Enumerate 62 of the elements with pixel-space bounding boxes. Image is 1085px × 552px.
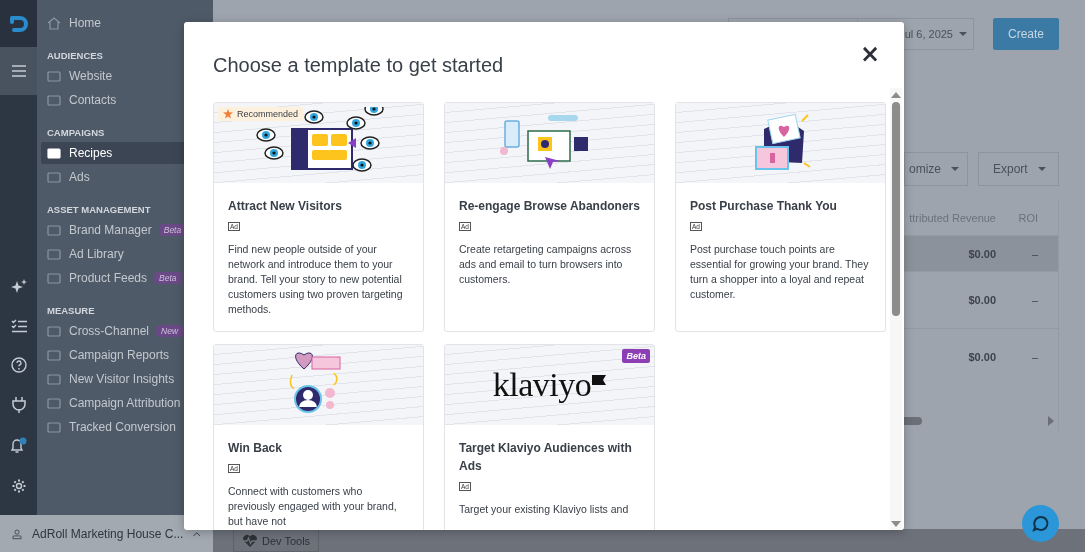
card-description: Post purchase touch points are essential for growing your brand. They turn a shopper into a loyal and repeat customer. xyxy=(690,242,870,302)
section-heading: MEASURE xyxy=(46,304,96,318)
nav-item[interactable]: Tracked Conversion xyxy=(41,416,207,438)
dialog-title: Choose a template to get started xyxy=(213,54,504,77)
table-cell-text: $0.00 xyxy=(967,294,996,306)
star-icon xyxy=(223,109,233,119)
flag-icon xyxy=(592,375,607,385)
settings-icon[interactable] xyxy=(10,478,27,494)
card-title: Post Purchase Thank You xyxy=(690,198,838,215)
nav-item[interactable]: Product Feeds Beta xyxy=(41,267,207,289)
account-switcher[interactable]: AdRoll Marketing House C... xyxy=(0,515,213,552)
table-cell-text: $0.00 xyxy=(967,247,996,260)
card-description: Create retargeting campaigns across ads and email to turn browsers into customers. xyxy=(459,242,633,287)
logo-icon[interactable] xyxy=(8,14,29,33)
table-cell-text: – xyxy=(1030,247,1038,260)
card-title: Win Back xyxy=(228,440,283,457)
nav-item[interactable]: Contacts xyxy=(41,89,207,111)
badge: Beta xyxy=(158,224,187,236)
checklist-icon[interactable] xyxy=(10,319,27,333)
section-heading: AUDIENCES xyxy=(46,49,104,63)
date-text: ul 6, 2025 xyxy=(904,28,953,40)
table-cell-text: – xyxy=(1030,351,1038,363)
badge: Beta xyxy=(154,272,182,284)
beta-badge: Beta xyxy=(622,349,650,363)
browser-icon xyxy=(47,69,61,83)
card-title: Re-engage Browse Abandoners xyxy=(459,198,640,215)
nav-item[interactable]: Ad Library xyxy=(41,243,207,265)
card-title: Attract New Visitors xyxy=(228,198,343,215)
caret-icon xyxy=(959,32,967,36)
sparkle-icon[interactable] xyxy=(10,279,27,295)
chat-bubble-icon xyxy=(1031,514,1050,533)
recommended-badge: Recommended xyxy=(218,107,304,121)
nav-item[interactable]: Cross-Channel New xyxy=(41,320,207,342)
home-icon xyxy=(47,16,61,30)
nav-item[interactable]: Campaign Attribution xyxy=(41,392,207,414)
plug-icon[interactable] xyxy=(11,397,26,413)
nav-item[interactable]: Ads xyxy=(41,166,207,188)
card-title: Target Klaviyo Audiences with Ads xyxy=(459,440,633,475)
chevron-up-icon xyxy=(193,529,201,538)
card-description: Find new people outside of your network and introduce them to your brand. Tell your story to new potential customers using two proven targeting methods. xyxy=(228,242,404,317)
account-name: AdRoll Marketing House C... xyxy=(32,526,184,541)
close-button[interactable]: × xyxy=(859,42,880,66)
nav-item[interactable]: New Visitor Insights xyxy=(41,368,207,390)
dropdown-button[interactable]: Export xyxy=(978,152,1059,186)
card-description: Connect with customers who previously engaged with your brand, but have not xyxy=(228,484,398,529)
table-cell-text: $0.00 xyxy=(967,351,996,363)
nav-item[interactable]: Campaign Reports xyxy=(41,344,207,366)
section-heading: ASSET MANAGEMENT xyxy=(46,203,152,217)
heart-pulse-icon xyxy=(242,533,258,548)
help-icon[interactable] xyxy=(10,357,27,373)
home-nav-item[interactable]: Home xyxy=(41,12,207,34)
badge: New xyxy=(156,325,184,337)
bell-icon[interactable] xyxy=(10,437,27,454)
scrollbar[interactable] xyxy=(890,88,902,530)
section-heading: CAMPAIGNS xyxy=(46,126,106,140)
card-description: Target your existing Klaviyo lists and xyxy=(459,502,630,517)
nav-item[interactable]: Brand Manager Beta xyxy=(41,219,207,241)
nav-item[interactable]: Website xyxy=(41,65,207,87)
menu-icon[interactable] xyxy=(11,65,26,77)
table-cell-text: – xyxy=(1030,294,1038,306)
create-button[interactable]: Create xyxy=(993,18,1059,50)
brand-logo: klaviyo xyxy=(492,366,607,404)
